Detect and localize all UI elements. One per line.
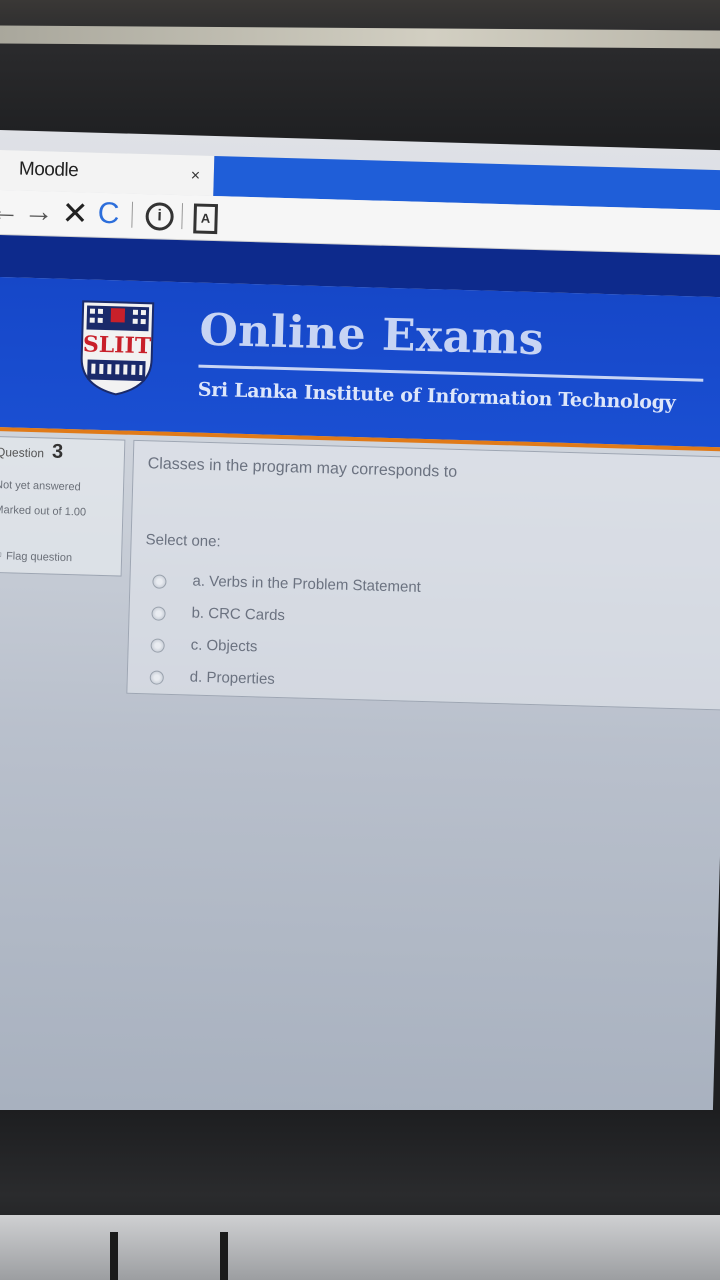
answer-option-b[interactable]: b. CRC Cards	[151, 603, 572, 639]
question-mark: Marked out of 1.00	[0, 503, 87, 519]
radio-button[interactable]	[149, 670, 164, 685]
question-label: Question	[0, 445, 45, 461]
answer-option-label: a. Verbs in the Problem Statement	[192, 572, 422, 596]
key-gap	[220, 1232, 228, 1280]
flag-question-link[interactable]: ⚐ Flag question	[0, 549, 72, 564]
flag-question-label: Flag question	[5, 550, 73, 565]
header-divider	[198, 364, 704, 382]
radio-button[interactable]	[152, 574, 167, 589]
answer-option-a[interactable]: a. Verbs in the Problem Statement	[152, 571, 573, 607]
tab-moodle[interactable]: Moodle ×	[0, 149, 216, 197]
page-icon[interactable]: A	[193, 203, 219, 235]
question-state: Not yet answered	[0, 479, 81, 494]
info-icon[interactable]: i	[145, 202, 175, 231]
reload-icon[interactable]: C	[97, 197, 120, 232]
laptop-keyboard-edge	[0, 1215, 720, 1280]
question-number: 3	[51, 440, 64, 463]
flag-icon: ⚐	[0, 549, 4, 563]
laptop-bezel-top	[0, 25, 720, 49]
browser-screen: Moodle × ← → ✕ C i A SLIIT Online Exams …	[0, 130, 720, 1151]
key-gap	[110, 1232, 118, 1280]
question-content: Classes in the program may corresponds t…	[126, 439, 720, 711]
tab-title: Moodle	[18, 158, 79, 182]
select-one-prompt: Select one:	[145, 531, 221, 551]
tab-close-icon[interactable]: ×	[191, 167, 201, 185]
radio-button[interactable]	[151, 606, 166, 621]
sliit-logo: SLIIT	[80, 300, 155, 396]
logo-text: SLIIT	[83, 331, 153, 359]
question-info-panel: Question 3 Not yet answered Marked out o…	[0, 435, 126, 577]
photo-frame: Moodle × ← → ✕ C i A SLIIT Online Exams …	[0, 0, 720, 1280]
answer-option-c[interactable]: c. Objects	[150, 635, 571, 671]
close-icon[interactable]: ✕	[61, 194, 89, 233]
answer-option-label: b. CRC Cards	[191, 604, 286, 625]
nav-separator	[131, 201, 134, 228]
question-text: Classes in the program may corresponds t…	[147, 455, 458, 481]
answer-option-label: d. Properties	[189, 668, 276, 688]
arrow-left-icon[interactable]: ←	[0, 194, 20, 229]
nav-separator	[181, 203, 184, 230]
page-subtitle: Sri Lanka Institute of Information Techn…	[197, 378, 676, 414]
site-header: SLIIT Online Exams Sri Lanka Institute o…	[0, 276, 720, 452]
answer-option-d[interactable]: d. Properties	[149, 667, 570, 703]
page-title: Online Exams	[198, 304, 545, 366]
radio-button[interactable]	[150, 638, 165, 653]
answer-option-label: c. Objects	[190, 636, 258, 656]
arrow-right-icon[interactable]: →	[23, 195, 54, 230]
